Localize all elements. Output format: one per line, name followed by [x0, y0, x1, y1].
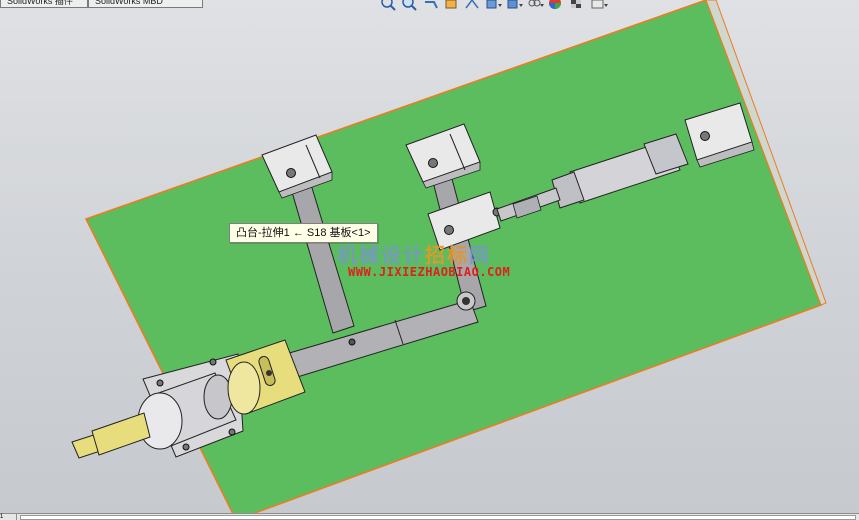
status-bar-cell: 1: [0, 514, 17, 520]
watermark-url: WWW.JIXIEZHAOBIAO.COM: [348, 265, 511, 279]
edit-appearance-icon[interactable]: [548, 0, 566, 11]
heads-up-view-toolbar: [380, 0, 710, 12]
dynamic-annotation-icon[interactable]: [464, 0, 482, 11]
hide-show-items-icon[interactable]: [527, 0, 545, 11]
zoom-to-fit-icon[interactable]: [380, 0, 398, 11]
watermark-chinese-text: 机械设计招标网: [337, 239, 491, 268]
display-style-icon[interactable]: [506, 0, 524, 11]
status-bar-field: [20, 515, 856, 520]
watermark-part3: 网: [469, 243, 491, 267]
watermark-part1: 机械设计: [337, 243, 425, 267]
watermark-part2: 招标: [425, 243, 469, 267]
previous-view-icon[interactable]: [422, 0, 440, 11]
zoom-to-area-icon[interactable]: [401, 0, 419, 11]
view-orientation-icon[interactable]: [485, 0, 503, 11]
tab-solidworks-addins[interactable]: SolidWorks 插件: [0, 0, 88, 8]
tab-solidworks-mbd[interactable]: SolidWorks MBD: [88, 0, 203, 8]
section-view-icon[interactable]: [443, 0, 461, 11]
apply-scene-icon[interactable]: [569, 0, 587, 11]
status-bar: 1: [0, 513, 859, 520]
command-manager-tabs: SolidWorks 插件 SolidWorks MBD: [0, 0, 203, 8]
view-settings-icon[interactable]: [590, 0, 608, 11]
